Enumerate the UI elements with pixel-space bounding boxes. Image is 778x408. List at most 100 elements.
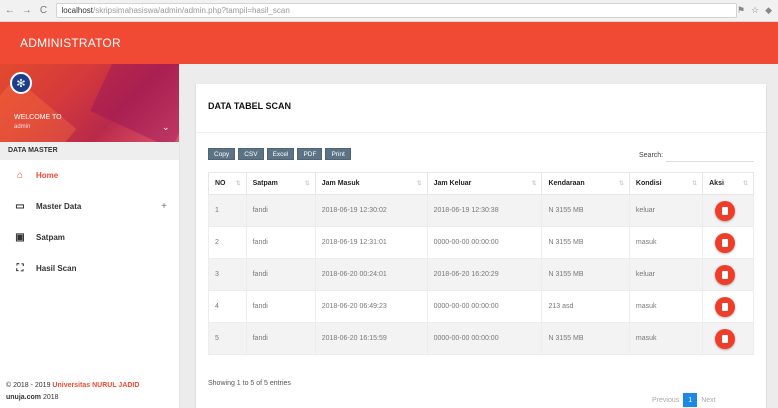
column-header-jam-masuk[interactable]: Jam Masuk ⇅ (314, 172, 428, 195)
sidebar-item-master-data[interactable]: ▭ Master Data + (0, 191, 179, 222)
cell-aksi (702, 226, 754, 259)
table-row: 4 fandi 2018-06-20 06:49:23 0000-00-00 0… (208, 290, 754, 323)
sidebar-footer: © 2018 - 2019 Universitas NURUL JADID un… (6, 380, 139, 404)
cell-satpam: fandi (245, 258, 316, 291)
cell-kondisi: masuk (628, 290, 704, 323)
cell-satpam: fandi (245, 226, 316, 259)
username: admin (14, 124, 31, 130)
column-header-aksi[interactable]: Aksi ⇅ (702, 172, 754, 195)
pdf-button[interactable]: PDF (297, 148, 323, 160)
user-panel: ✻ WELCOME TO admin ⌄ (0, 64, 179, 142)
cell-jam-keluar: 0000-00-00 00:00:00 (426, 226, 543, 259)
csv-button[interactable]: CSV (238, 148, 264, 160)
sidebar-item-label: Home (36, 171, 59, 180)
cell-satpam: fandi (245, 322, 316, 355)
delete-button[interactable] (715, 296, 736, 317)
cell-jam-keluar: 0000-00-00 00:00:00 (426, 322, 543, 355)
app-header: ADMINISTRATOR (0, 22, 778, 64)
delete-button[interactable] (715, 264, 736, 285)
trash-icon (722, 334, 729, 343)
table-row: 5 fandi 2018-06-20 16:15:59 0000-00-00 0… (208, 322, 754, 355)
star-icon[interactable]: ☆ (751, 5, 759, 16)
excel-button[interactable]: Excel (266, 148, 295, 160)
sidebar-item-label: Master Data (36, 202, 82, 211)
menu-section-header: DATA MASTER (0, 142, 179, 160)
sidebar-item-label: Hasil Scan (36, 264, 77, 273)
sort-icon: ⇅ (742, 181, 748, 187)
sort-icon: ⇅ (531, 181, 537, 187)
cell-no: 1 (208, 194, 247, 227)
sidebar-item-hasil-scan[interactable]: ⛶ Hasil Scan (0, 253, 179, 284)
copy-button[interactable]: Copy (208, 148, 236, 160)
forward-icon[interactable]: → (20, 4, 34, 18)
cell-kendaraan: N 3155 MB (541, 226, 630, 259)
cell-no: 5 (208, 322, 247, 355)
cell-jam-keluar: 2018-06-19 12:30:38 (426, 194, 543, 227)
trash-icon (722, 302, 729, 311)
table-info: Showing 1 to 5 of 5 entries (208, 380, 291, 387)
trash-icon (722, 206, 729, 215)
column-header-jam-keluar[interactable]: Jam Keluar ⇅ (426, 172, 543, 195)
cell-kendaraan: N 3155 MB (541, 322, 630, 355)
cell-no: 4 (208, 290, 247, 323)
column-header-no[interactable]: NO ⇅ (208, 172, 247, 195)
cell-jam-masuk: 2018-06-19 12:30:02 (314, 194, 428, 227)
scan-table: NO ⇅ Satpam ⇅ Jam Masuk ⇅ Jam Keluar ⇅ Kenda… (208, 172, 754, 355)
footer-domain: unuja.com (6, 394, 42, 401)
trash-icon (722, 238, 729, 247)
search-label: Search: (639, 152, 664, 159)
avatar: ✻ (10, 72, 32, 94)
sort-icon: ⇅ (692, 181, 698, 187)
page-button-current[interactable]: 1 (683, 393, 698, 407)
expand-icon[interactable]: + (161, 201, 167, 212)
delete-button[interactable] (715, 200, 736, 221)
cell-aksi (702, 290, 754, 323)
chevron-down-icon[interactable]: ⌄ (162, 122, 170, 133)
next-button[interactable]: Next (701, 397, 715, 404)
sidebar-item-satpam[interactable]: ▣ Satpam (0, 222, 179, 253)
sort-icon: ⇅ (304, 181, 310, 187)
column-header-kendaraan[interactable]: Kendaraan ⇅ (541, 172, 630, 195)
delete-button[interactable] (715, 328, 736, 349)
back-icon[interactable]: ← (3, 4, 17, 18)
sidebar-item-home[interactable]: ⌂ Home (0, 160, 179, 191)
id-card-icon: ▣ (15, 232, 25, 243)
reload-icon[interactable]: C (37, 4, 51, 18)
pagination: Previous 1 Next (652, 393, 716, 407)
previous-button[interactable]: Previous (652, 397, 679, 404)
extension-icon[interactable]: ◆ (765, 5, 772, 16)
cell-kondisi: keluar (628, 194, 704, 227)
sidebar-item-label: Satpam (36, 233, 65, 242)
cell-aksi (702, 258, 754, 291)
cell-kondisi: masuk (628, 226, 704, 259)
table-row: 3 fandi 2018-06-20 00:24:01 2018-06-20 1… (208, 258, 754, 291)
search-input[interactable] (666, 148, 754, 162)
table-row: 2 fandi 2018-06-19 12:31:01 0000-00-00 0… (208, 226, 754, 259)
copyright-text: © 2018 - 2019 (6, 382, 53, 389)
cell-no: 3 (208, 258, 247, 291)
cell-kondisi: masuk (628, 322, 704, 355)
main-content: DATA TABEL SCAN Copy CSV Excel PDF Print… (180, 64, 778, 408)
print-button[interactable]: Print (325, 148, 351, 160)
column-header-satpam[interactable]: Satpam ⇅ (245, 172, 316, 195)
cell-aksi (702, 194, 754, 227)
laptop-icon: ▭ (15, 201, 25, 212)
cell-jam-keluar: 2018-06-20 16:20:29 (426, 258, 543, 291)
delete-button[interactable] (715, 232, 736, 253)
cell-kendaraan: 213 asd (541, 290, 630, 323)
column-header-kondisi[interactable]: Kondisi ⇅ (628, 172, 704, 195)
university-link[interactable]: Universitas NURUL JADID (52, 382, 139, 389)
sort-icon: ⇅ (416, 181, 422, 187)
footer-year: 2018 (41, 394, 59, 401)
cell-aksi (702, 322, 754, 355)
translate-icon[interactable]: ⚑ (737, 5, 745, 16)
sidebar: ✻ WELCOME TO admin ⌄ DATA MASTER ⌂ Home … (0, 64, 180, 408)
page-title: DATA TABEL SCAN (208, 101, 291, 111)
cell-kondisi: keluar (628, 258, 704, 291)
cell-kendaraan: N 3155 MB (541, 258, 630, 291)
address-bar[interactable]: ⓘ localhost /skripsimahasiswa/admin/admi… (12, 3, 737, 308)
cell-no: 2 (208, 226, 247, 259)
trash-icon (722, 270, 729, 279)
scan-icon: ⛶ (16, 263, 24, 274)
cell-jam-masuk: 2018-06-20 00:24:01 (314, 258, 428, 291)
